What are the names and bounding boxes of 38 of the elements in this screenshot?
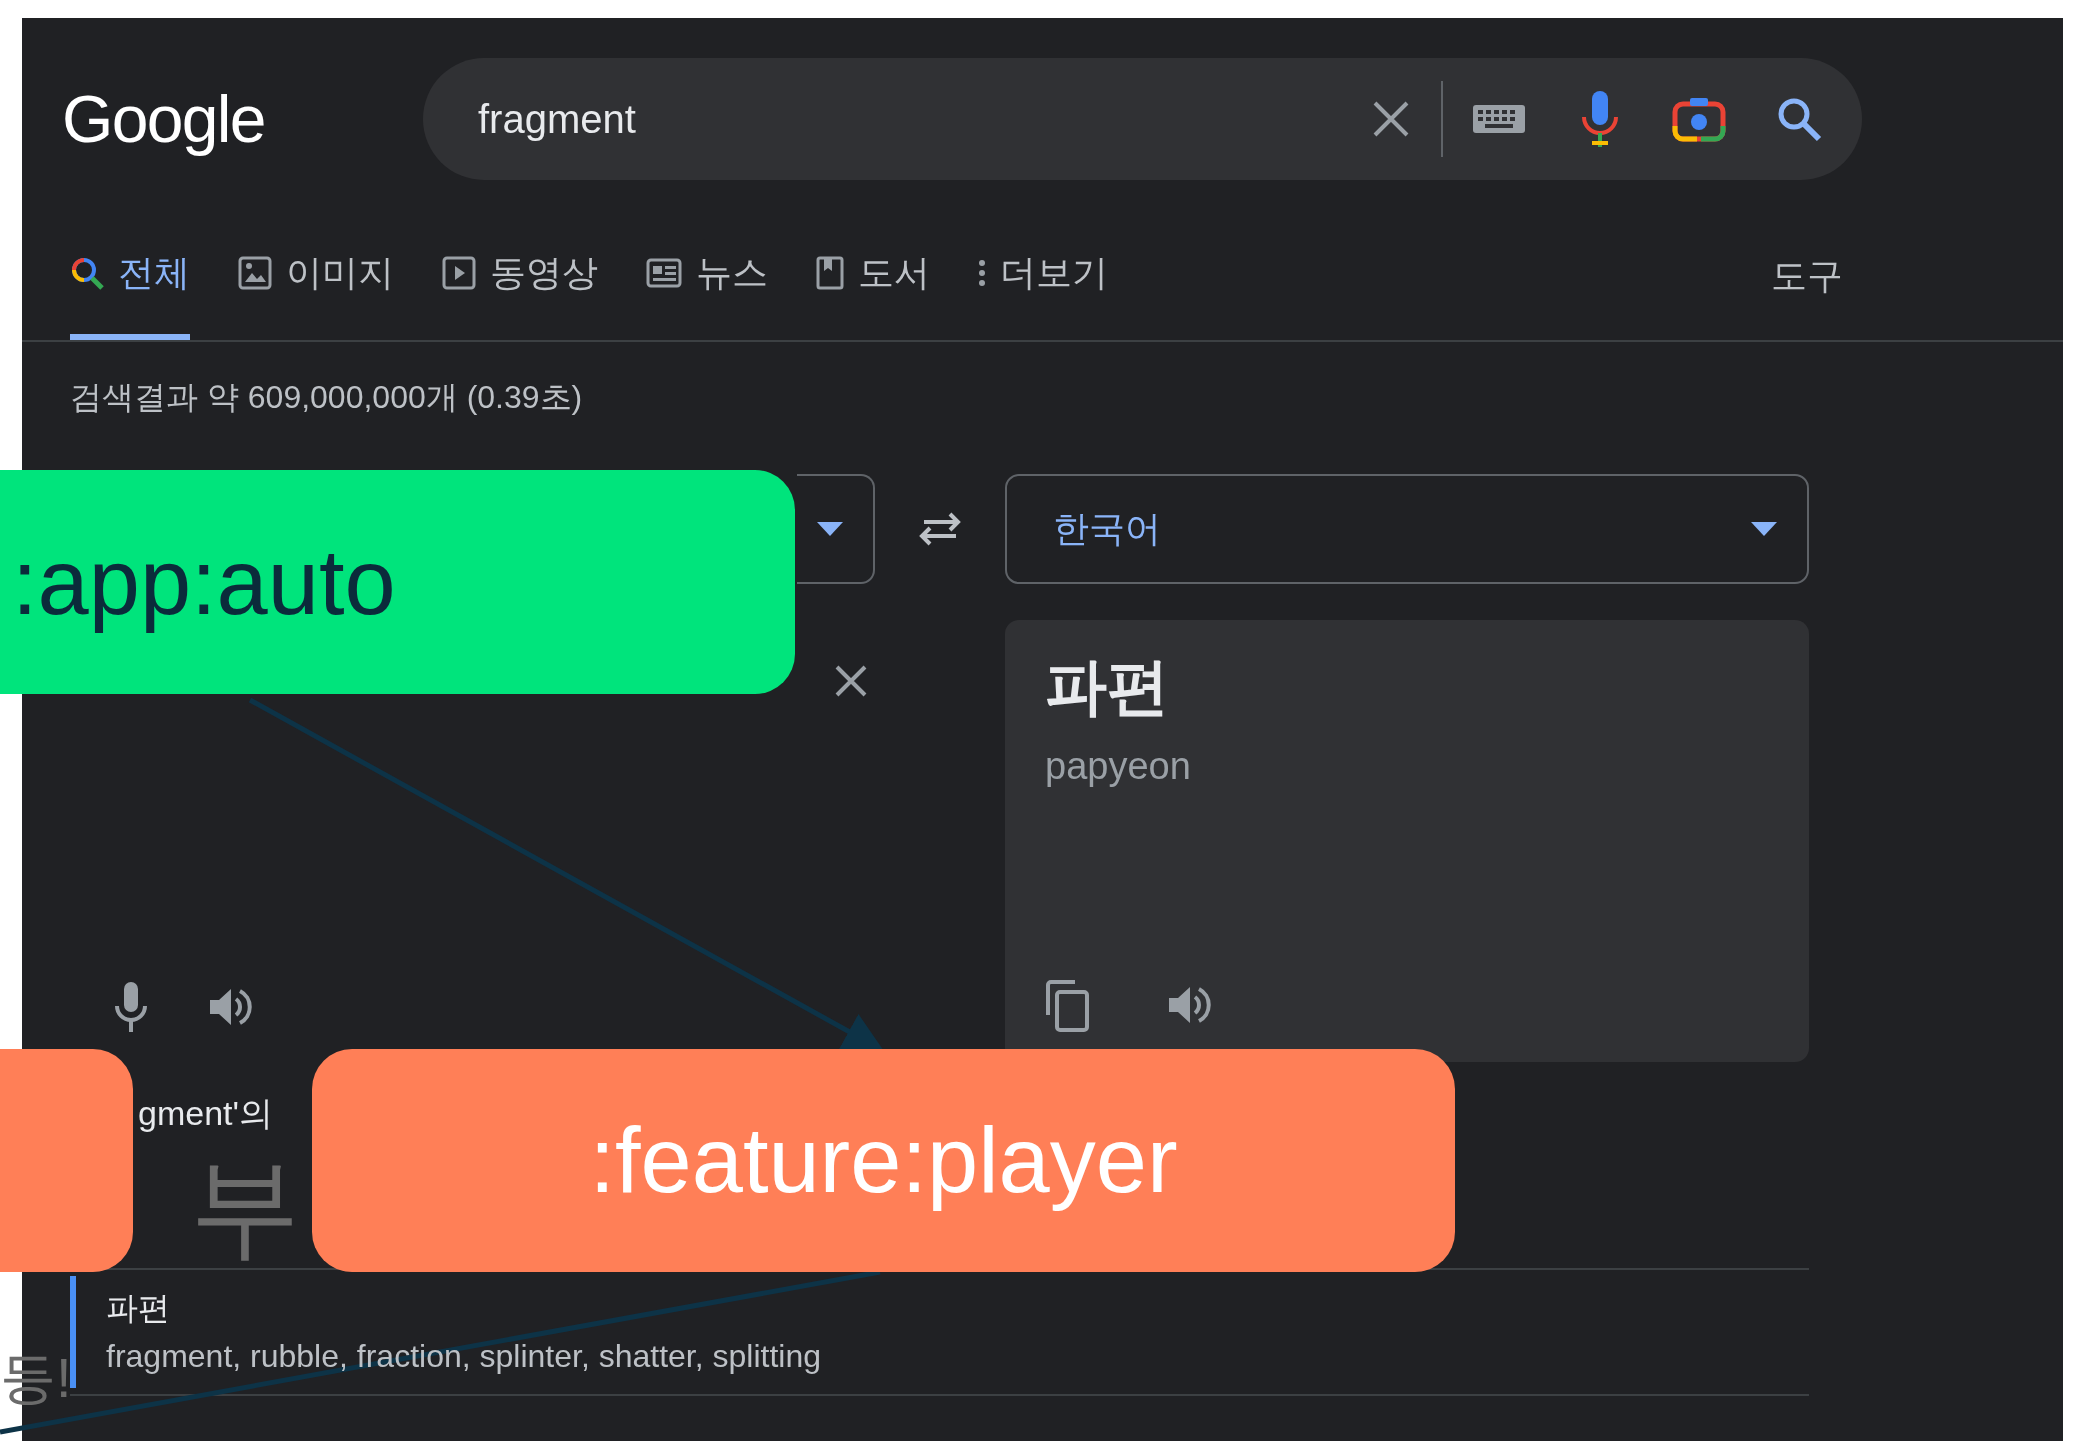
tab[interactable]: 전체 <box>70 212 190 340</box>
slide-text: 부 <box>190 1152 300 1262</box>
more-icon <box>978 258 986 288</box>
search-icon <box>70 256 104 290</box>
synonyms-text: fragment, rubble, fraction, splinter, shatter, splitting <box>106 1337 822 1376</box>
module-name: :app:auto <box>12 529 396 635</box>
newspaper-icon <box>646 258 682 288</box>
speaker-icon[interactable] <box>1167 985 1211 1025</box>
tab[interactable]: 뉴스 <box>646 212 768 340</box>
camera-icon[interactable] <box>1672 96 1726 142</box>
translated-text: 파편 <box>1045 651 1169 723</box>
tab[interactable]: 동영상 <box>442 212 598 340</box>
play-icon <box>442 256 476 290</box>
tab[interactable]: 더보기 <box>978 212 1108 340</box>
image-icon <box>238 256 272 290</box>
microphone-icon[interactable] <box>1580 91 1620 147</box>
module-name: :feature:player <box>589 1108 1178 1213</box>
close-icon[interactable] <box>834 664 868 698</box>
dictionary-heading: gment'의 <box>138 1093 273 1134</box>
google-logo[interactable]: Google <box>62 69 423 169</box>
close-icon[interactable] <box>1371 99 1411 139</box>
tab[interactable]: 도서 <box>816 212 930 340</box>
tab[interactable]: 이미지 <box>238 212 394 340</box>
book-icon <box>816 256 844 290</box>
search-icon[interactable] <box>1776 96 1822 142</box>
tools-button[interactable]: 도구 <box>1771 212 1843 340</box>
language-select[interactable] <box>797 474 875 584</box>
romanization-text: papyeon <box>1045 744 1191 789</box>
keyboard-icon[interactable] <box>1473 105 1525 133</box>
language-select[interactable]: 한국어 <box>1005 474 1809 584</box>
microphone-icon[interactable] <box>114 982 148 1032</box>
result-stats: 검색결과 약 609,000,000개 (0.39초) <box>69 378 584 417</box>
copy-icon[interactable] <box>1045 978 1091 1032</box>
search-field[interactable]: fragment <box>423 58 1862 180</box>
speaker-icon[interactable] <box>208 987 252 1027</box>
caret-icon <box>817 522 843 536</box>
caret-icon <box>1751 522 1777 536</box>
dictionary-word: 파편 <box>106 1289 171 1328</box>
